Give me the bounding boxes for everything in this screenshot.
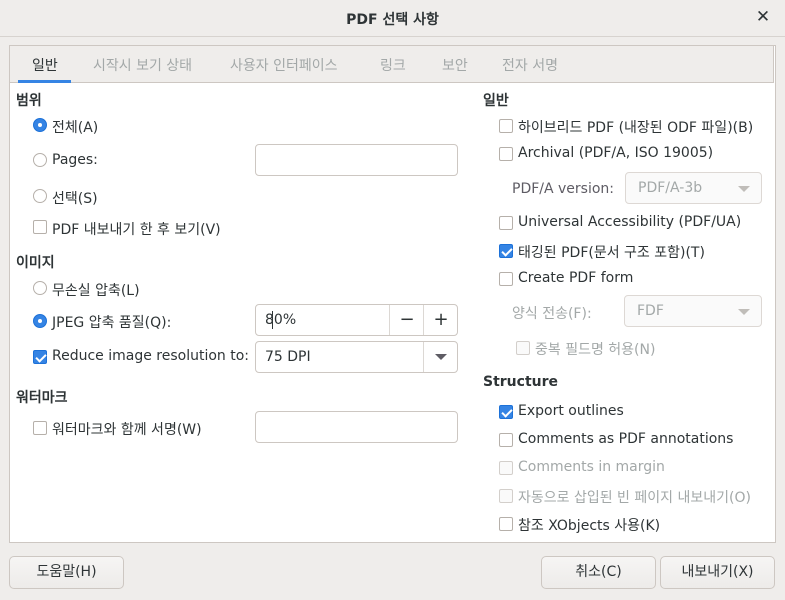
pdfa-version-select[interactable]: PDF/A-3b bbox=[625, 172, 762, 204]
close-icon[interactable]: ✕ bbox=[753, 7, 773, 27]
view-after-export-label[interactable]: PDF 내보내기 한 후 보기(V) bbox=[52, 219, 221, 239]
window-title: PDF 선택 사항 bbox=[346, 12, 439, 28]
jpeg-quality-spinbutton[interactable]: 80% − + bbox=[255, 304, 458, 336]
comments-annotations-checkbox[interactable] bbox=[499, 433, 513, 447]
help-button[interactable]: 도움말(H) bbox=[9, 556, 124, 589]
pages-input[interactable] bbox=[255, 144, 458, 176]
submit-format-label: 양식 전송(F): bbox=[512, 306, 592, 322]
cancel-button[interactable]: 취소(C) bbox=[541, 556, 656, 589]
create-form-label[interactable]: Create PDF form bbox=[518, 270, 633, 286]
watermark-checkbox[interactable] bbox=[33, 421, 47, 435]
tagged-pdf-label[interactable]: 태깅된 PDF(문서 구조 포함)(T) bbox=[518, 242, 705, 262]
submit-format-value: FDF bbox=[637, 303, 664, 319]
pdfa-version-value: PDF/A-3b bbox=[638, 180, 703, 196]
watermark-input[interactable] bbox=[255, 411, 458, 443]
tab-links[interactable]: 링크 bbox=[380, 55, 406, 75]
pdfa-version-label: PDF/A version: bbox=[512, 181, 615, 197]
reduce-resolution-label[interactable]: Reduce image resolution to: bbox=[52, 348, 249, 364]
tab-security[interactable]: 보안 bbox=[442, 55, 468, 75]
resolution-combobox[interactable]: 75 DPI bbox=[255, 341, 458, 373]
tab-user-interface[interactable]: 사용자 인터페이스 bbox=[230, 55, 338, 75]
range-heading: 범위 bbox=[16, 93, 42, 109]
resolution-dropdown-button[interactable] bbox=[423, 342, 458, 372]
duplicate-field-names-checkbox[interactable] bbox=[516, 341, 530, 355]
tab-bar: 일반 시작시 보기 상태 사용자 인터페이스 링크 보안 전자 서명 bbox=[9, 45, 774, 83]
structure-heading: Structure bbox=[483, 374, 559, 390]
tab-initial-view[interactable]: 시작시 보기 상태 bbox=[93, 55, 192, 75]
xobjects-label[interactable]: 참조 XObjects 사용(K) bbox=[518, 515, 660, 535]
submit-format-select[interactable]: FDF bbox=[624, 295, 762, 327]
export-outlines-checkbox[interactable] bbox=[499, 405, 513, 419]
comments-margin-label[interactable]: Comments in margin bbox=[518, 459, 665, 475]
jpeg-quality-value: 80% bbox=[265, 312, 297, 328]
lossless-radio[interactable] bbox=[33, 281, 47, 295]
chevron-down-icon bbox=[435, 354, 447, 360]
archival-label[interactable]: Archival (PDF/A, ISO 19005) bbox=[518, 145, 713, 161]
create-form-checkbox[interactable] bbox=[499, 272, 513, 286]
comments-margin-checkbox[interactable] bbox=[499, 461, 513, 475]
export-outlines-label[interactable]: Export outlines bbox=[518, 403, 624, 419]
hybrid-pdf-checkbox[interactable] bbox=[499, 119, 513, 133]
comments-annotations-label[interactable]: Comments as PDF annotations bbox=[518, 431, 733, 447]
active-tab-indicator bbox=[18, 80, 71, 83]
tab-general[interactable]: 일반 bbox=[32, 55, 58, 75]
range-all-label[interactable]: 전체(A) bbox=[52, 117, 98, 137]
text-caret bbox=[272, 311, 273, 329]
chevron-down-icon bbox=[738, 309, 750, 315]
chevron-down-icon bbox=[738, 186, 750, 192]
tagged-pdf-checkbox[interactable] bbox=[499, 244, 513, 258]
archival-checkbox[interactable] bbox=[499, 147, 513, 161]
duplicate-field-names-label[interactable]: 중복 필드명 허용(N) bbox=[535, 339, 655, 359]
tab-digital-signatures[interactable]: 전자 서명 bbox=[502, 55, 558, 75]
watermark-label[interactable]: 워터마크와 함께 서명(W) bbox=[52, 419, 202, 439]
decrease-quality-button[interactable]: − bbox=[389, 305, 424, 335]
images-heading: 이미지 bbox=[16, 255, 55, 271]
range-pages-label[interactable]: Pages: bbox=[52, 152, 98, 168]
blank-pages-label[interactable]: 자동으로 삽입된 빈 페이지 내보내기(O) bbox=[518, 487, 751, 507]
reduce-resolution-checkbox[interactable] bbox=[33, 350, 47, 364]
range-selection-radio[interactable] bbox=[33, 189, 47, 203]
increase-quality-button[interactable]: + bbox=[423, 305, 458, 335]
range-selection-label[interactable]: 선택(S) bbox=[52, 188, 98, 208]
general-heading: 일반 bbox=[483, 93, 509, 109]
resolution-value: 75 DPI bbox=[265, 349, 311, 365]
hybrid-pdf-label[interactable]: 하이브리드 PDF (내장된 ODF 파일)(B) bbox=[518, 117, 753, 137]
universal-accessibility-checkbox[interactable] bbox=[499, 216, 513, 230]
title-bar: PDF 선택 사항 ✕ bbox=[0, 0, 785, 37]
view-after-export-checkbox[interactable] bbox=[33, 220, 47, 234]
watermark-heading: 워터마크 bbox=[16, 390, 68, 406]
range-all-radio[interactable] bbox=[33, 118, 47, 132]
universal-accessibility-label[interactable]: Universal Accessibility (PDF/UA) bbox=[518, 214, 741, 230]
jpeg-radio[interactable] bbox=[33, 314, 47, 328]
blank-pages-checkbox[interactable] bbox=[499, 489, 513, 503]
lossless-label[interactable]: 무손실 압축(L) bbox=[52, 280, 140, 300]
range-pages-radio[interactable] bbox=[33, 153, 47, 167]
xobjects-checkbox[interactable] bbox=[499, 517, 513, 531]
jpeg-label[interactable]: JPEG 압축 품질(Q): bbox=[52, 312, 171, 332]
export-button[interactable]: 내보내기(X) bbox=[660, 556, 775, 589]
